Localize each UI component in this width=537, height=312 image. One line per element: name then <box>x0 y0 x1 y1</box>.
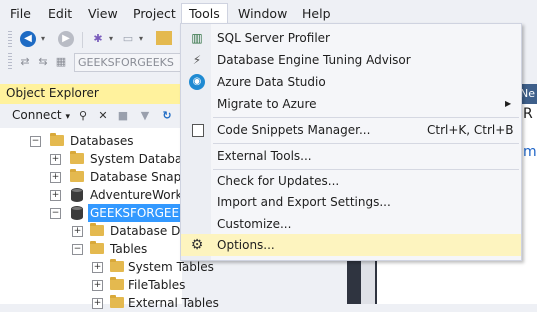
folder-icon <box>70 169 84 182</box>
back-dropdown-icon[interactable]: ▾ <box>38 31 48 47</box>
object-explorer-title: Object Explorer <box>6 86 99 100</box>
database-icon <box>71 206 83 220</box>
menu-item-check-for-updates[interactable]: Check for Updates... <box>181 170 521 192</box>
folder-icon <box>90 241 104 254</box>
back-icon[interactable]: ◀ <box>20 31 36 47</box>
expand-icon[interactable]: + <box>72 226 83 237</box>
object-explorer-toolbar: Connect ▾ ⚲ ✕ ■ ▼ ↻ <box>0 104 182 129</box>
collapse-icon[interactable]: − <box>30 136 41 147</box>
menu-item-label: Azure Data Studio <box>217 75 326 89</box>
tuning-advisor-icon: ⚡ <box>192 53 202 67</box>
document-tab-label: Ne <box>520 87 535 100</box>
connect-plug-icon[interactable]: ⚲ <box>76 108 90 124</box>
menu-help[interactable]: Help <box>296 4 337 24</box>
menu-item-label: External Tools... <box>217 149 312 163</box>
expand-icon[interactable]: + <box>92 280 103 291</box>
submenu-arrow-icon: ▶ <box>505 99 512 108</box>
folder-icon <box>110 259 124 272</box>
collapse-icon[interactable]: − <box>50 208 61 219</box>
stop-icon[interactable]: ■ <box>116 108 130 124</box>
new-project-dropdown-icon[interactable]: ▾ <box>106 31 116 47</box>
menu-item-external-tools[interactable]: External Tools... <box>181 145 521 167</box>
tree-label: External Tables <box>128 296 219 310</box>
open-file-icon[interactable] <box>156 31 172 45</box>
tree-label: FileTables <box>128 278 186 292</box>
gear-icon: ⚙ <box>190 237 204 253</box>
menu-file[interactable]: File <box>4 4 37 24</box>
menu-item-code-snippets-manager[interactable]: Code Snippets Manager... Ctrl+K, Ctrl+B <box>181 119 521 141</box>
object-explorer-tree: − Databases + System Database + Database… <box>0 128 219 310</box>
menu-item-options[interactable]: ⚙ Options... <box>181 234 521 256</box>
forward-icon[interactable]: ▶ <box>58 31 74 47</box>
folder-icon <box>90 223 104 236</box>
menu-item-tuning-advisor[interactable]: ⚡ Database Engine Tuning Advisor <box>181 49 521 71</box>
tools-menu: ▥ SQL Server Profiler ⚡ Database Engine … <box>180 23 522 261</box>
add-item-icon[interactable]: ▭ <box>120 31 136 47</box>
azure-data-studio-icon: ◉ <box>189 74 205 90</box>
menu-view[interactable]: View <box>82 4 124 24</box>
collapse-icon[interactable]: − <box>72 244 83 255</box>
menu-item-label: Code Snippets Manager... <box>217 123 371 137</box>
menu-item-azure-data-studio[interactable]: ◉ Azure Data Studio <box>181 71 521 93</box>
menu-item-label: Check for Updates... <box>217 174 340 188</box>
expand-icon[interactable]: + <box>50 172 61 183</box>
document-link[interactable]: m <box>523 144 537 160</box>
menu-item-label: Customize... <box>217 217 292 231</box>
folder-icon <box>50 133 64 146</box>
menu-edit[interactable]: Edit <box>42 4 78 24</box>
filter-icon[interactable]: ▼ <box>138 108 152 124</box>
menu-item-label: Database Engine Tuning Advisor <box>217 53 411 67</box>
menu-item-customize[interactable]: Customize... <box>181 213 521 235</box>
toolbar-separator <box>82 32 83 48</box>
menu-item-shortcut: Ctrl+K, Ctrl+B <box>427 123 514 137</box>
standard-toolbar: ◀ ▾ ▶ ✱ ▾ ▭ ▾ <box>0 28 180 50</box>
connect-button[interactable]: Connect ▾ <box>12 108 70 122</box>
menu-window[interactable]: Window <box>232 4 293 24</box>
available-databases-icon[interactable]: ▦ <box>54 54 68 70</box>
tree-label: Tables <box>110 242 148 256</box>
folder-icon <box>70 151 84 164</box>
expand-icon[interactable]: + <box>50 190 61 201</box>
database-icon <box>71 188 83 202</box>
document-text: R <box>523 106 533 122</box>
menu-item-sql-server-profiler[interactable]: ▥ SQL Server Profiler <box>181 27 521 49</box>
menu-item-label: Options... <box>217 238 275 252</box>
menu-item-label: Import and Export Settings... <box>217 195 391 209</box>
menu-project[interactable]: Project <box>127 4 182 24</box>
connect-icon[interactable]: ⇄ <box>18 54 32 70</box>
query-toolbar: ⇄ ⇆ ▦ GEEKSFORGEEKS <box>0 50 183 74</box>
expand-icon[interactable]: + <box>50 154 61 165</box>
snippets-icon <box>192 124 204 137</box>
menu-item-label: Migrate to Azure <box>217 97 317 111</box>
folder-icon <box>110 277 124 290</box>
folder-icon <box>110 295 124 308</box>
document-tab[interactable]: Ne <box>520 84 537 104</box>
connect-label: Connect <box>12 108 62 122</box>
profiler-icon: ▥ <box>191 31 203 45</box>
new-project-icon[interactable]: ✱ <box>90 31 106 47</box>
menu-item-migrate-to-azure[interactable]: Migrate to Azure ▶ <box>181 93 521 115</box>
toolbar-grip[interactable] <box>8 53 12 69</box>
expand-icon[interactable]: + <box>92 262 103 273</box>
tree-label: Databases <box>70 134 134 148</box>
add-item-dropdown-icon[interactable]: ▾ <box>136 31 146 47</box>
menu-item-import-export-settings[interactable]: Import and Export Settings... <box>181 191 521 213</box>
database-dropdown[interactable]: GEEKSFORGEEKS <box>74 53 183 72</box>
menu-separator <box>213 143 519 144</box>
toolbar-grip[interactable] <box>8 31 12 47</box>
disconnect-icon[interactable]: ✕ <box>96 108 110 124</box>
refresh-icon[interactable]: ↻ <box>160 108 174 124</box>
object-explorer-header: Object Explorer <box>0 84 182 104</box>
change-connection-icon[interactable]: ⇆ <box>36 54 50 70</box>
menu-item-label: SQL Server Profiler <box>217 31 330 45</box>
menu-separator <box>213 117 519 118</box>
connect-dropdown-icon: ▾ <box>65 112 70 122</box>
